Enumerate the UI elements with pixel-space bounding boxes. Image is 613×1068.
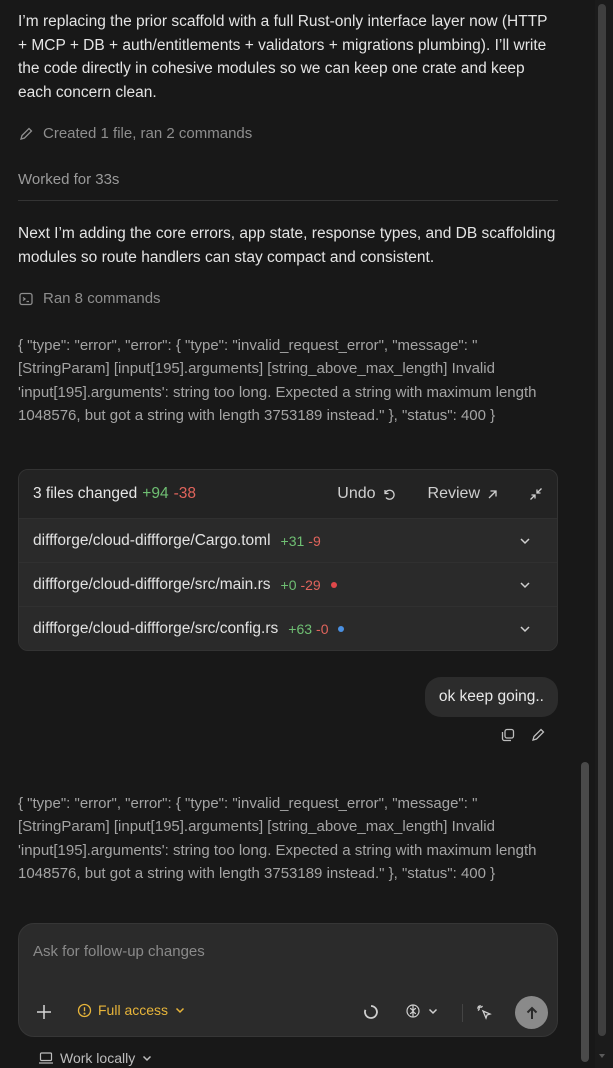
- toolbar-separator: [462, 1004, 463, 1022]
- file-deletions: -9: [308, 532, 321, 549]
- window-scrollbar-thumb[interactable]: [598, 4, 606, 1036]
- edit-icon[interactable]: [530, 727, 546, 743]
- collapse-icon[interactable]: [529, 487, 543, 501]
- undo-icon: [383, 489, 395, 500]
- assistant-message-next: Next I’m adding the core errors, app sta…: [18, 225, 556, 266]
- external-arrow-icon: [488, 489, 497, 498]
- file-row[interactable]: diffforge/cloud-diffforge/Cargo.toml +31-…: [19, 519, 557, 563]
- chevron-down-icon: [176, 1007, 185, 1014]
- file-additions: +31: [280, 532, 305, 549]
- follow-up-input[interactable]: [33, 940, 533, 962]
- brain-icon: [406, 1004, 420, 1018]
- undo-button[interactable]: Undo: [337, 485, 395, 503]
- file-path: diffforge/cloud-diffforge/src/config.rs: [33, 620, 279, 637]
- total-deletions: -38: [173, 485, 196, 502]
- file-list: diffforge/cloud-diffforge/Cargo.toml +31-…: [19, 519, 557, 650]
- message-actions: [500, 727, 546, 743]
- error-message-2: { "type": "error", "error": { "type": "i…: [18, 795, 537, 882]
- file-additions: +63: [288, 621, 313, 637]
- status-dot: [338, 626, 345, 632]
- changes-header: 3 files changed +94 -38 Undo Review: [19, 470, 557, 519]
- review-label: Review: [427, 485, 480, 502]
- undo-label: Undo: [337, 485, 376, 502]
- composer: Full access: [18, 923, 558, 1037]
- status-dot: [330, 581, 337, 588]
- created-summary[interactable]: Created 1 file, ran 2 commands: [18, 125, 252, 142]
- file-path: diffforge/cloud-diffforge/Cargo.toml: [33, 531, 271, 549]
- select-element-icon[interactable]: [475, 1003, 493, 1021]
- chevron-down-icon: [428, 1008, 438, 1015]
- scroll-down-arrow-icon[interactable]: [598, 1052, 606, 1060]
- user-message-bubble: ok keep going..: [424, 677, 558, 717]
- model-selector[interactable]: [405, 1003, 439, 1019]
- file-row[interactable]: diffforge/cloud-diffforge/src/config.rs +…: [19, 607, 557, 650]
- chevron-down-icon[interactable]: [519, 535, 531, 547]
- plus-icon[interactable]: [35, 1003, 53, 1021]
- work-locally-selector[interactable]: Work locally: [38, 1050, 153, 1066]
- chevron-down-icon[interactable]: [519, 623, 531, 635]
- created-summary-label: Created 1 file, ran 2 commands: [43, 125, 253, 142]
- copy-icon[interactable]: [500, 727, 516, 743]
- arrow-up-icon: [526, 1006, 537, 1019]
- assistant-message-intro: I’m replacing the prior scaffold with a …: [18, 13, 548, 101]
- chevron-down-icon[interactable]: [519, 579, 531, 591]
- chat-page: I’m replacing the prior scaffold with a …: [0, 0, 613, 1068]
- file-row[interactable]: diffforge/cloud-diffforge/src/main.rs +0-…: [19, 563, 557, 607]
- ran-summary[interactable]: Ran 8 commands: [18, 290, 161, 307]
- access-label: Full access: [98, 1002, 169, 1018]
- chevron-down-icon: [143, 1055, 152, 1062]
- divider: [18, 200, 558, 201]
- changes-card: 3 files changed +94 -38 Undo Review diff…: [18, 469, 558, 651]
- review-button[interactable]: Review: [428, 485, 499, 503]
- shield-alert-icon: [77, 1003, 92, 1017]
- file-additions: +0: [280, 576, 297, 593]
- spinner-icon: [364, 1005, 378, 1019]
- access-selector[interactable]: Full access: [77, 1002, 186, 1018]
- changes-title: 3 files changed: [33, 485, 138, 502]
- work-locally-label: Work locally: [60, 1050, 136, 1066]
- worked-for-label: Worked for 33s: [18, 171, 120, 188]
- terminal-icon: [19, 292, 33, 305]
- total-additions: +94: [142, 485, 169, 502]
- laptop-icon: [39, 1052, 53, 1064]
- file-deletions: -29: [300, 576, 321, 593]
- send-button[interactable]: [515, 996, 548, 1029]
- chat-scrollbar-thumb[interactable]: [581, 762, 589, 1062]
- pencil-icon: [20, 127, 33, 140]
- file-path: diffforge/cloud-diffforge/src/main.rs: [33, 575, 271, 593]
- file-deletions: -0: [316, 621, 329, 637]
- ran-summary-label: Ran 8 commands: [43, 290, 161, 307]
- error-message-1: { "type": "error", "error": { "type": "i…: [18, 337, 537, 424]
